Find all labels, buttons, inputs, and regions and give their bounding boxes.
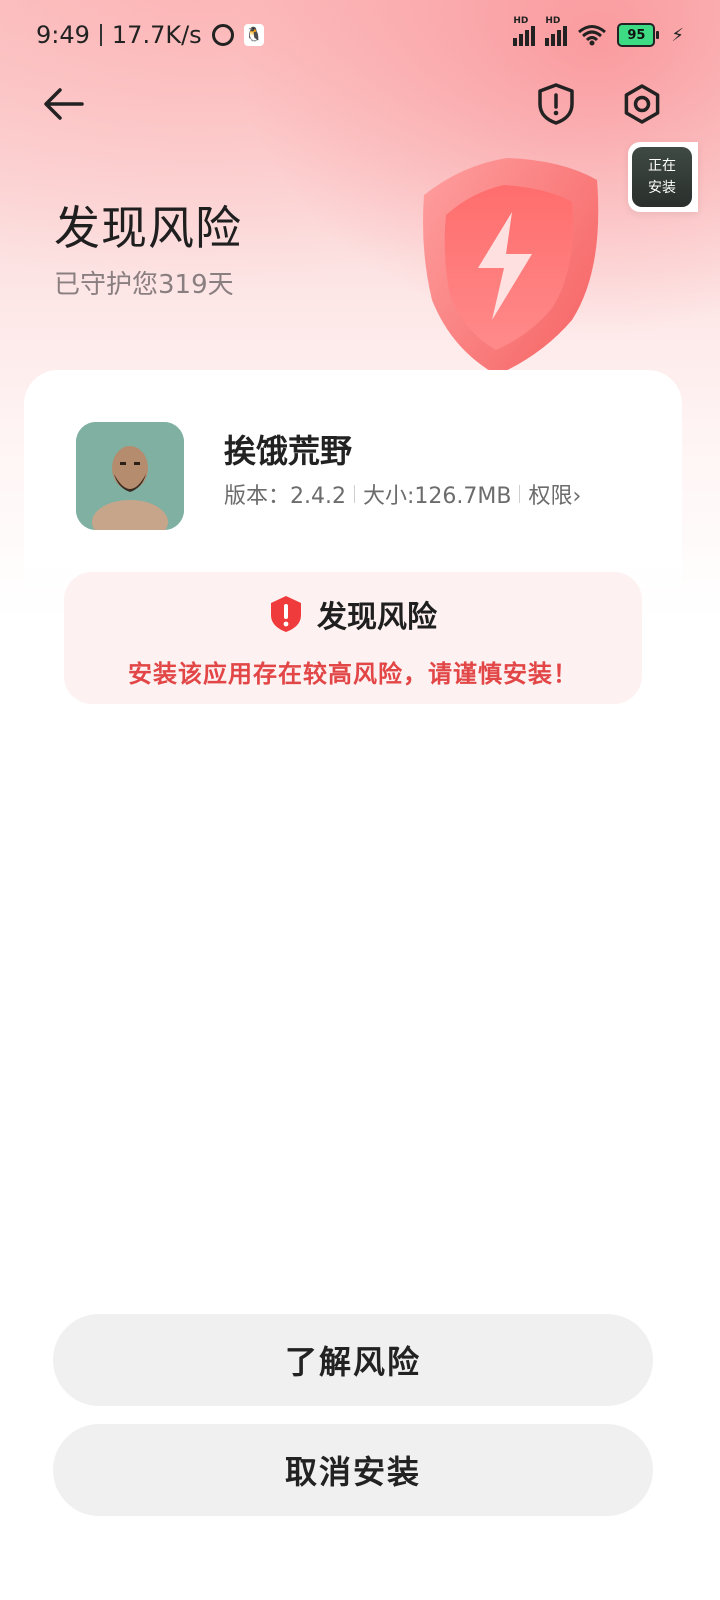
status-time: 9:49 — [36, 21, 90, 49]
permissions-label: 权限 — [528, 484, 573, 509]
signal-icon: HD — [513, 16, 536, 46]
app-version: 版本：2.4.2 — [224, 484, 346, 509]
app-name: 挨饿荒野 — [224, 432, 353, 470]
status-divider — [99, 24, 102, 46]
installing-floating-chip[interactable]: 正在 安装 — [628, 142, 698, 212]
app-meta: 版本：2.4.2 大小:126.7MB 权限› — [224, 478, 581, 510]
wifi-icon — [578, 25, 607, 46]
hd-label: HD — [545, 16, 561, 26]
risk-title: 发现风险 — [317, 600, 437, 635]
qq-icon: 🐧 — [243, 24, 264, 46]
alarm-icon — [211, 24, 234, 46]
settings-button[interactable] — [616, 78, 668, 130]
meta-divider — [353, 485, 355, 503]
permissions-link[interactable]: 权限› — [528, 478, 581, 510]
status-right: HD HD 95 ⚡ — [513, 16, 684, 47]
battery-icon: 95 — [617, 23, 660, 47]
battery-level: 95 — [617, 23, 656, 47]
page-title: 发现风险 — [54, 201, 242, 255]
risk-description: 安装该应用存在较高风险，请谨慎安装！ — [128, 660, 578, 688]
signal-icon: HD — [545, 16, 568, 46]
hero-shield-illustration — [423, 158, 599, 375]
installing-chip-line1: 正在 — [648, 158, 676, 174]
network-speed: 17.7K/s — [111, 21, 202, 49]
security-report-button[interactable] — [530, 78, 582, 130]
risk-warning-box: 发现风险 安装该应用存在较高风险，请谨慎安装！ — [64, 572, 642, 704]
back-arrow-icon — [44, 88, 84, 120]
protection-days: 已守护您319天 — [54, 270, 234, 300]
app-icon — [76, 422, 184, 530]
status-left: 9:49 17.7K/s 🐧 — [36, 21, 264, 49]
charging-icon: ⚡ — [671, 24, 684, 46]
hd-label: HD — [513, 16, 529, 26]
meta-divider — [519, 485, 521, 503]
learn-risk-button[interactable]: 了解风险 — [53, 1314, 653, 1406]
installing-chip-content: 正在 安装 — [632, 147, 692, 207]
back-button[interactable] — [38, 78, 90, 130]
warning-shield-icon — [271, 596, 301, 632]
chevron-right-icon: › — [572, 484, 582, 509]
app-icon-portrait — [76, 422, 184, 530]
risk-header: 发现风险 — [64, 592, 642, 636]
settings-icon — [624, 84, 660, 124]
app-size: 大小:126.7MB — [362, 484, 512, 509]
cancel-install-button[interactable]: 取消安装 — [53, 1424, 653, 1516]
status-bar: 9:49 17.7K/s 🐧 HD HD 95 ⚡ — [0, 0, 720, 70]
installing-chip-line2: 安装 — [648, 180, 676, 196]
shield-alert-icon — [538, 83, 574, 125]
